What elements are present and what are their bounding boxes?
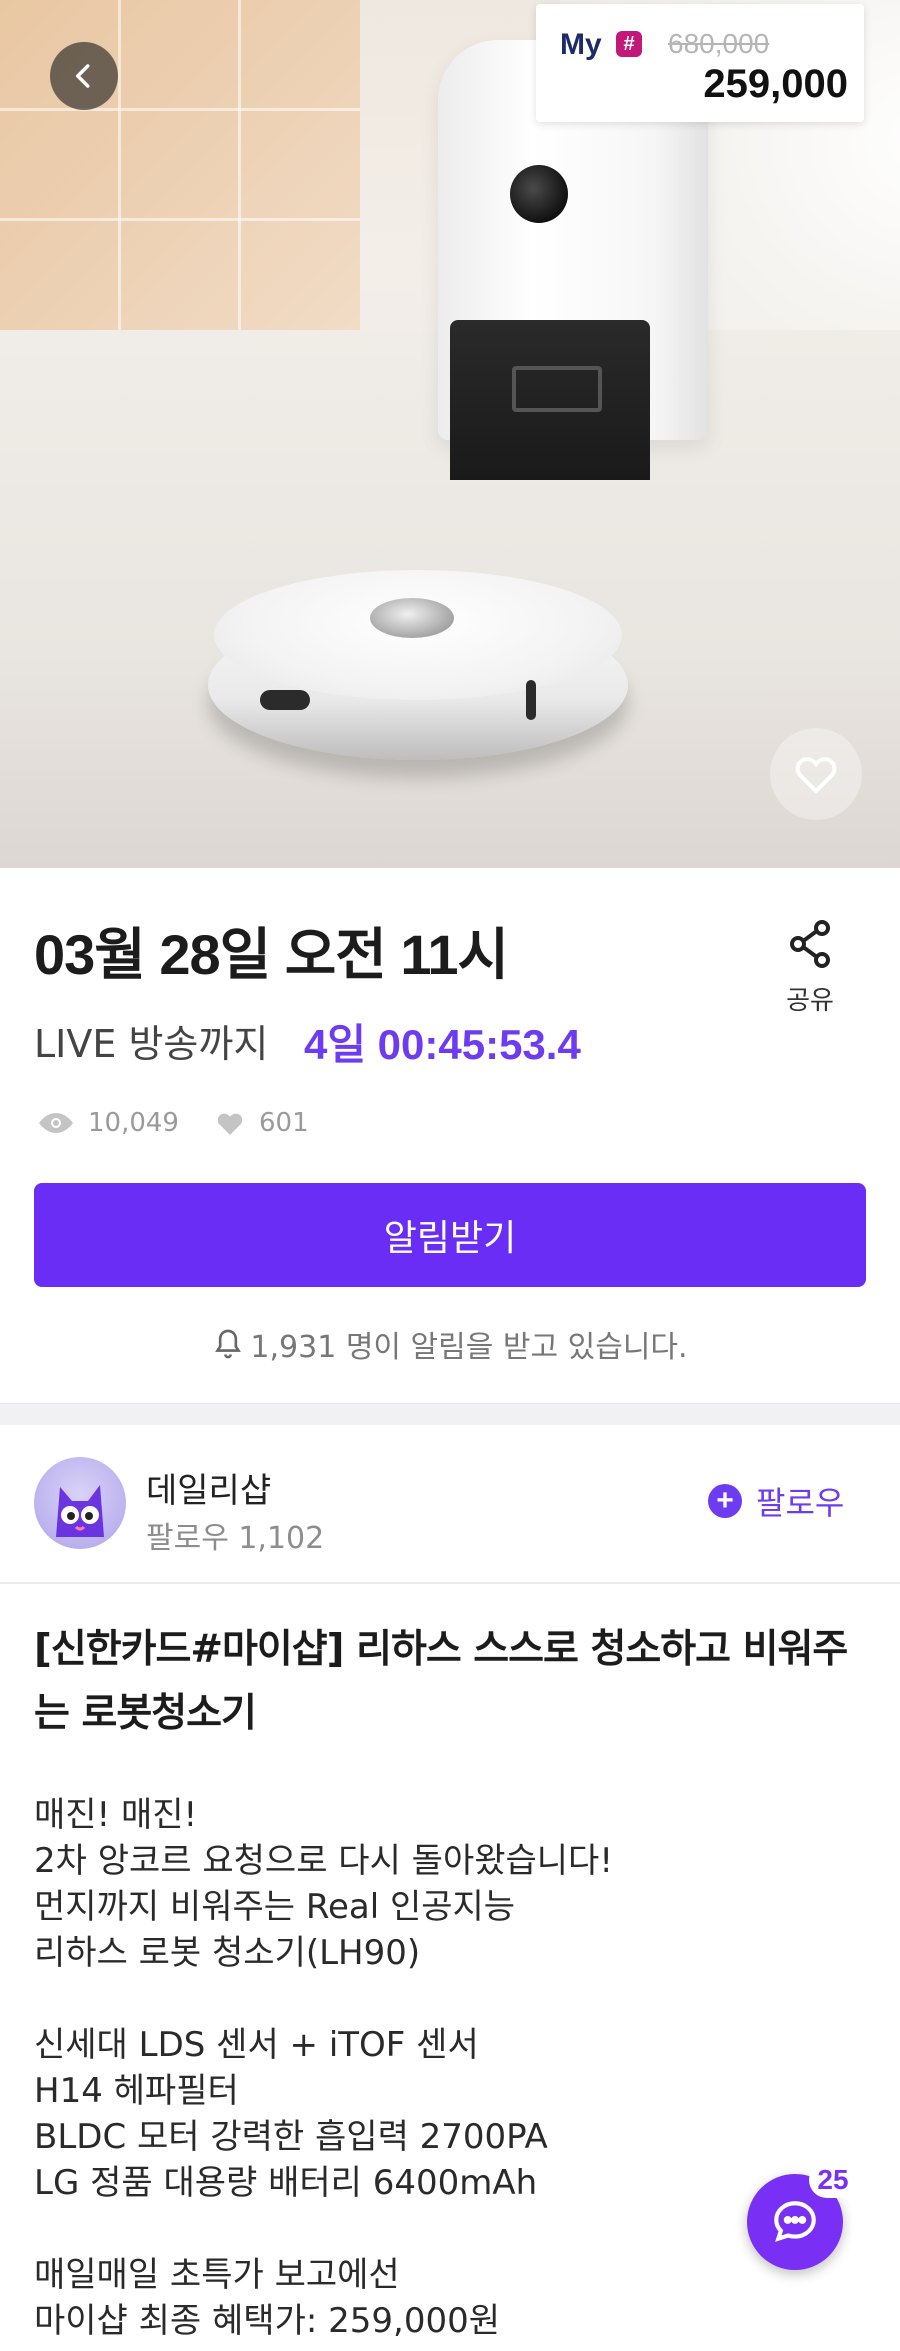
sale-price: 259,000	[703, 62, 848, 106]
follow-label: 팔로우	[756, 1484, 845, 1522]
follow-button[interactable]: + 팔로우	[708, 1478, 844, 1524]
original-price: 680,000	[668, 28, 770, 59]
chevron-left-icon	[76, 64, 90, 88]
bell-icon	[215, 1329, 242, 1359]
heart-icon	[217, 1113, 243, 1135]
live-countdown: LIVE 방송까지 4일 00:45:53.4	[34, 1013, 581, 1068]
seller-follower-count: 팔로우 1,102	[146, 1521, 325, 1556]
broadcast-stats: 10,049 601	[38, 1108, 309, 1138]
share-label: 공유	[786, 986, 834, 1016]
notify-subscriber-note: 1,931 명이 알림을 받고 있습니다.	[0, 1322, 900, 1366]
seller-avatar[interactable]	[34, 1457, 126, 1549]
divider	[0, 1582, 900, 1584]
like-button[interactable]	[770, 728, 862, 820]
broadcast-date-title: 03월 28일 오전 11시	[34, 923, 509, 986]
robot-vacuum	[208, 570, 628, 780]
chat-count-badge: 25	[809, 2162, 857, 2198]
back-button[interactable]	[50, 42, 118, 110]
countdown-label: LIVE 방송까지	[34, 1022, 269, 1066]
cat-mascot-icon	[56, 1485, 104, 1537]
tile-wall	[0, 0, 360, 330]
promo-brand: My	[560, 28, 602, 61]
notify-count-text: 1,931 명이 알림을 받고 있습니다.	[250, 1330, 688, 1365]
share-button[interactable]: 공유	[772, 918, 848, 1017]
countdown-timer: 4일 00:45:53.4	[304, 1021, 581, 1068]
plus-circle-icon: +	[708, 1484, 742, 1518]
view-count: 10,049	[88, 1108, 179, 1138]
product-hero-image: My # 680,000 259,000	[0, 0, 900, 868]
notify-button[interactable]: 알림받기	[34, 1183, 866, 1287]
share-icon	[790, 920, 830, 968]
promo-price-badge: My # 680,000 259,000	[536, 4, 864, 122]
heart-outline-icon	[795, 757, 837, 794]
like-count: 601	[258, 1108, 309, 1138]
product-title: [신한카드#마이샵] 리하스 스스로 청소하고 비워주는 로봇청소기	[34, 1627, 848, 1736]
product-description: 매진! 매진! 2차 앙코르 요청으로 다시 돌아왔습니다! 먼지까지 비워주는…	[34, 1795, 613, 2341]
chat-bubble-icon	[774, 2201, 816, 2242]
eye-icon	[39, 1113, 73, 1133]
hash-logo-icon: #	[616, 31, 642, 57]
seller-name[interactable]: 데일리샵	[146, 1463, 271, 1512]
section-divider	[0, 1403, 900, 1425]
